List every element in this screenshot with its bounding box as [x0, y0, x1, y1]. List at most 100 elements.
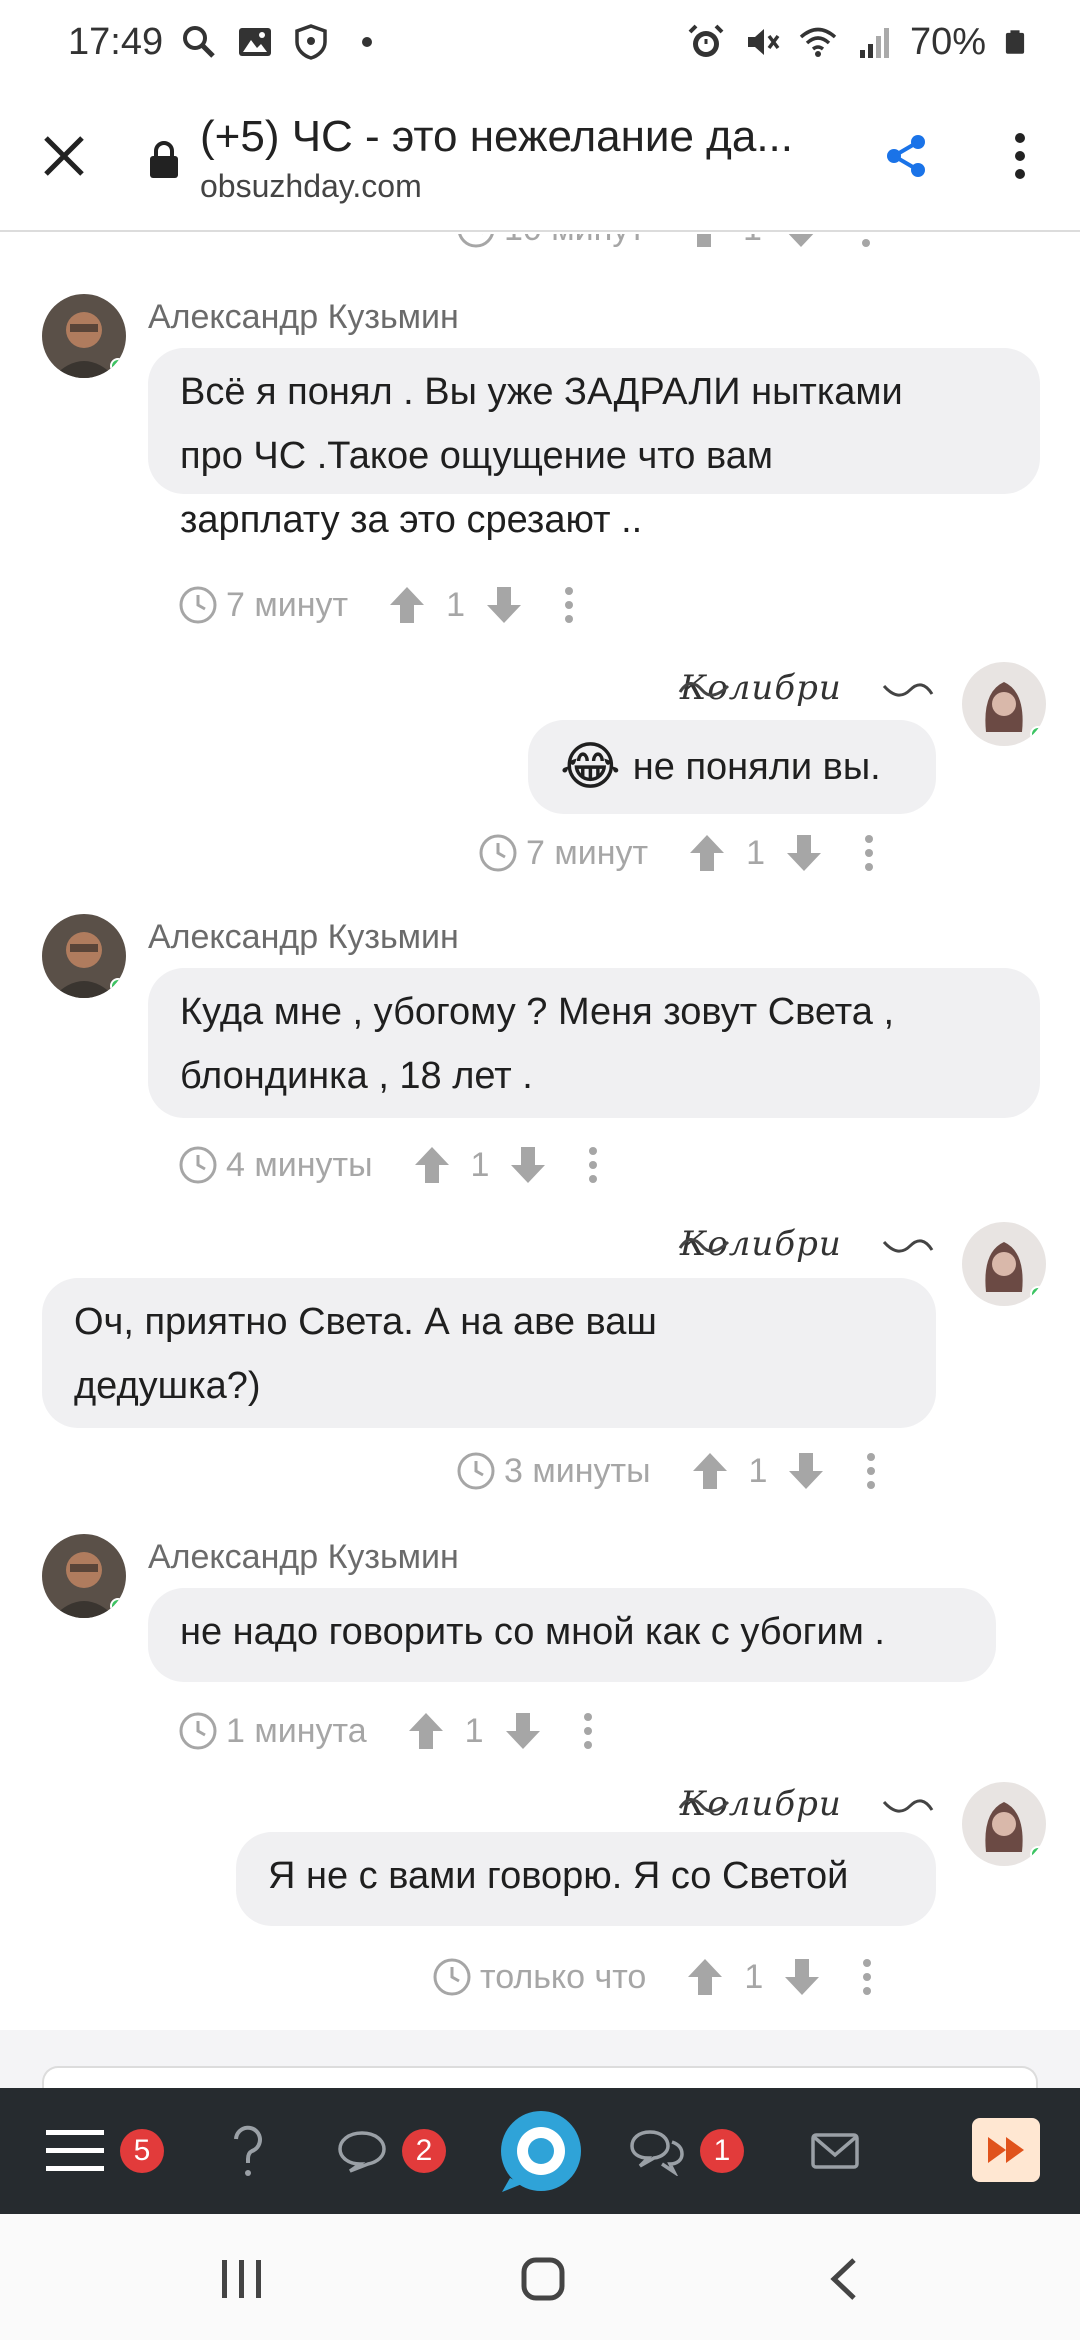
back-icon[interactable]: [826, 2256, 862, 2302]
message-time: 10 минут: [504, 234, 645, 249]
online-indicator: [110, 358, 126, 374]
clock-icon: [458, 234, 494, 248]
downvote-icon[interactable]: [787, 1451, 825, 1491]
online-indicator: [110, 1598, 126, 1614]
message-meta: 4 минуты 1: [178, 1140, 599, 1190]
vote-count: 1: [748, 1451, 768, 1490]
dot-icon: [362, 37, 373, 47]
message-line: Я не с вами говорю. Я со Светой: [268, 1855, 849, 1897]
upvote-icon[interactable]: [685, 234, 723, 249]
avatar[interactable]: [42, 1534, 126, 1618]
messages-badge: 2: [402, 2129, 446, 2173]
hamburger-icon: [46, 2130, 104, 2171]
avatar[interactable]: [42, 914, 126, 998]
message-line: блондинка , 18 лет .: [180, 1055, 533, 1097]
page-url[interactable]: obsuzhday.com: [200, 168, 422, 205]
more-icon[interactable]: [587, 1145, 599, 1185]
message-bubble[interactable]: 😂 не поняли вы.: [528, 720, 936, 814]
status-bar: 17:49 70%: [0, 0, 1080, 84]
message-time: 7 минут: [226, 585, 349, 624]
upvote-icon[interactable]: [388, 585, 426, 625]
signal-icon: [859, 28, 889, 58]
message-meta-partial: 10 минут 1: [456, 234, 872, 254]
message-bubble[interactable]: Оч, приятно Света. А на аве ваш дедушка?…: [42, 1278, 936, 1428]
online-indicator: [1030, 1846, 1046, 1862]
home-icon[interactable]: [520, 2256, 566, 2302]
message-line: Всё я понял . Вы уже ЗАДРАЛИ нытками: [180, 371, 903, 413]
message-time: 7 минут: [526, 833, 649, 872]
online-indicator: [1030, 1286, 1046, 1302]
more-icon[interactable]: [863, 833, 875, 873]
vote-count: 1: [743, 234, 762, 249]
battery-percent: 70%: [909, 20, 986, 63]
vote-count: 1: [464, 1711, 484, 1750]
status-left: 17:49: [68, 21, 387, 64]
fast-forward-icon: [988, 2137, 1024, 2163]
upvote-icon[interactable]: [691, 1451, 729, 1491]
clock-icon: [179, 1146, 217, 1184]
nav-questions[interactable]: [228, 2088, 268, 2214]
author-name[interactable]: Александр Кузьмин: [148, 298, 459, 337]
more-icon[interactable]: [860, 234, 872, 249]
message-time: 3 минуты: [504, 1451, 651, 1490]
recent-apps-icon[interactable]: [220, 2258, 264, 2300]
message-meta: 7 минут 1: [478, 828, 875, 878]
emoji-laugh: 😂: [560, 738, 621, 796]
nav-messages[interactable]: [336, 2088, 388, 2214]
flourish-icon: [678, 1798, 730, 1813]
more-icon[interactable]: [861, 1957, 873, 1997]
downvote-icon[interactable]: [783, 1957, 821, 1997]
more-icon[interactable]: [582, 1711, 594, 1751]
clock-icon: [479, 834, 517, 872]
downvote-icon[interactable]: [509, 1145, 547, 1185]
upvote-icon[interactable]: [413, 1145, 451, 1185]
close-icon[interactable]: [38, 130, 90, 182]
message-meta: 3 минуты 1: [456, 1446, 877, 1496]
avatar[interactable]: [962, 1782, 1046, 1866]
flourish-icon: [882, 1799, 934, 1813]
author-name[interactable]: Александр Кузьмин: [148, 918, 459, 957]
message-time: 1 минута: [226, 1711, 367, 1750]
lock-icon: [150, 141, 178, 178]
more-vert-icon[interactable]: [1000, 130, 1040, 182]
upvote-icon[interactable]: [688, 833, 726, 873]
message-meta: 7 минут 1: [178, 580, 575, 630]
message-line: Оч, приятно Света. А на аве ваш: [74, 1301, 657, 1343]
downvote-icon[interactable]: [782, 234, 820, 249]
vote-count: 1: [446, 585, 465, 624]
more-icon[interactable]: [563, 585, 575, 625]
nav-chats[interactable]: [628, 2088, 686, 2214]
chats-icon: [630, 2130, 684, 2176]
message-bubble[interactable]: Куда мне , убогому ? Меня зовут Света , …: [148, 968, 1040, 1118]
downvote-icon[interactable]: [485, 585, 523, 625]
mail-icon: [811, 2133, 859, 2169]
downvote-icon[interactable]: [504, 1711, 542, 1751]
clock-icon: [433, 1958, 471, 1996]
nav-mail[interactable]: [810, 2088, 860, 2214]
message-bubble[interactable]: Я не с вами говорю. Я со Светой: [236, 1832, 936, 1926]
message-line: дедушка?): [74, 1365, 261, 1407]
avatar[interactable]: [962, 662, 1046, 746]
clock-icon: [179, 1712, 217, 1750]
flourish-icon: [882, 1239, 934, 1253]
more-icon[interactable]: [865, 1451, 877, 1491]
share-icon[interactable]: [880, 130, 932, 182]
nav-menu[interactable]: [46, 2088, 104, 2214]
nav-home[interactable]: [498, 2088, 584, 2214]
upvote-icon[interactable]: [407, 1711, 445, 1751]
mute-icon: [747, 29, 780, 55]
message-time: 4 минуты: [226, 1145, 373, 1184]
image-icon: [239, 28, 272, 56]
fast-forward-button[interactable]: [972, 2118, 1040, 2182]
upvote-icon[interactable]: [686, 1957, 724, 1997]
avatar[interactable]: [962, 1222, 1046, 1306]
author-name[interactable]: Александр Кузьмин: [148, 1538, 459, 1577]
avatar[interactable]: [42, 294, 126, 378]
status-time: 17:49: [68, 20, 164, 63]
message-bubble[interactable]: не надо говорить со мной как с убогим .: [148, 1588, 996, 1682]
downvote-icon[interactable]: [785, 833, 823, 873]
page-title[interactable]: (+5) ЧС - это нежелание да...: [200, 112, 840, 162]
flourish-icon: [678, 1238, 730, 1253]
message-bubble[interactable]: Всё я понял . Вы уже ЗАДРАЛИ нытками про…: [148, 348, 1040, 541]
chat-thread[interactable]: 10 минут 1 Александр Кузьмин Всё я понял…: [0, 234, 1080, 2030]
